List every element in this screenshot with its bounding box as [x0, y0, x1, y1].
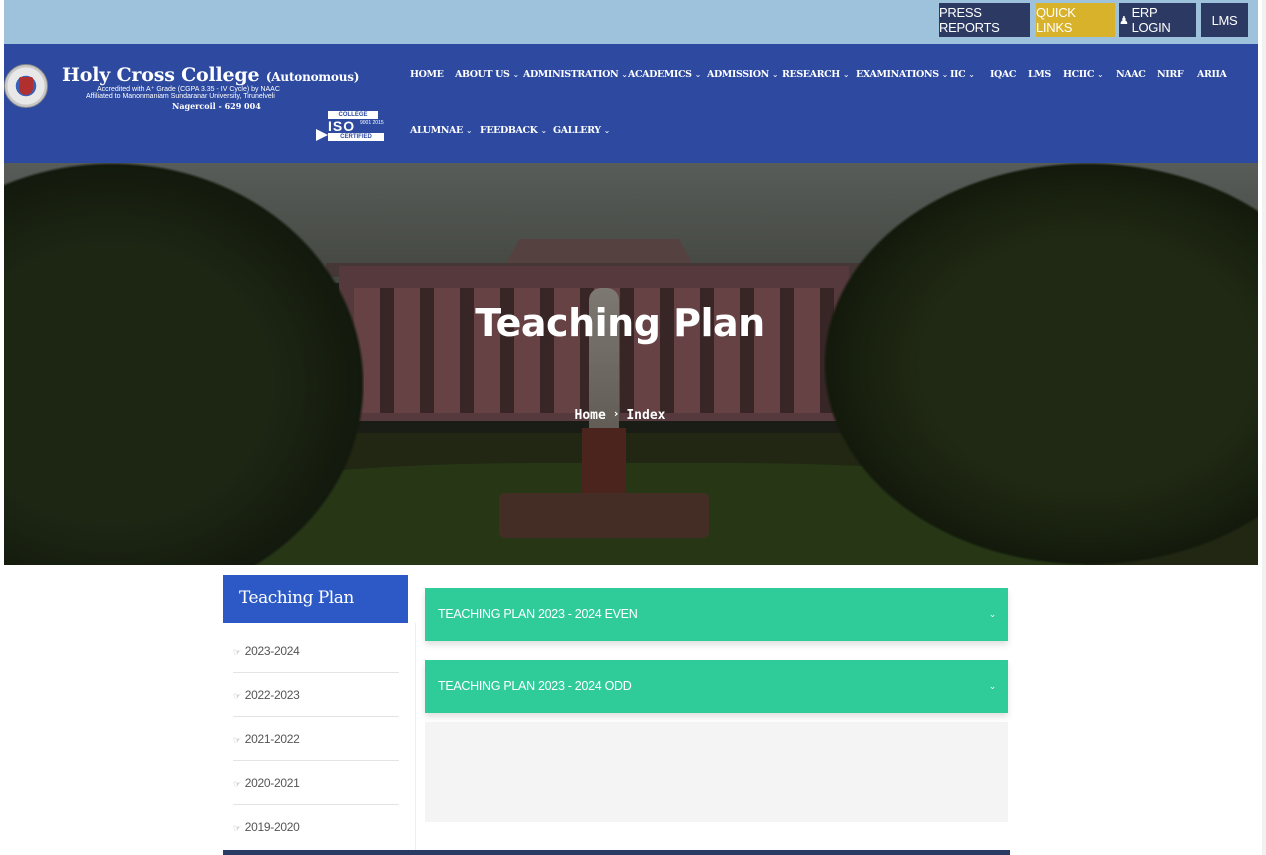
nav-label: ADMISSION	[707, 69, 769, 80]
nav-label: ACADEMICS	[628, 69, 692, 80]
page-title: Teaching Plan	[475, 301, 765, 345]
sidebar-item-label: 2023-2024	[244, 644, 300, 658]
breadcrumb-home[interactable]: Home	[575, 408, 606, 423]
sidebar-item-2019-2020[interactable]: ☞ 2019-2020	[233, 805, 399, 849]
chevron-down-icon: ⌄	[465, 126, 473, 135]
nav-gallery[interactable]: GALLERY ⌄	[553, 125, 610, 136]
sidebar-item-label: 2022-2023	[244, 688, 300, 702]
nav-administration[interactable]: ADMINISTRATION ⌄	[523, 69, 628, 80]
affiliation-text: Affiliated to Manonmaniam Sundaranar Uni…	[86, 93, 275, 100]
nav-feedback[interactable]: FEEDBACK ⌄	[480, 125, 547, 136]
pointing-hand-icon: ☞	[233, 735, 241, 745]
breadcrumb: Home › Index	[4, 407, 1236, 423]
pointing-hand-icon: ☞	[233, 823, 241, 833]
nav-label: ARIIA	[1197, 69, 1227, 80]
user-icon: ♟	[1119, 14, 1129, 27]
nav-label: NIRF	[1157, 69, 1184, 80]
nav-label: GALLERY	[553, 125, 601, 136]
iso-certified-badge: COLLEGE ISO 9001 2015 CERTIFIED	[316, 111, 386, 141]
accordion-label: TEACHING PLAN 2023 - 2024 EVEN	[438, 607, 638, 621]
nav-examinations[interactable]: EXAMINATIONS ⌄	[856, 69, 948, 80]
location-text: Nagercoil - 629 004	[172, 101, 261, 111]
nav-home[interactable]: HOME	[410, 69, 444, 80]
sidebar-item-2020-2021[interactable]: ☞ 2020-2021	[233, 761, 399, 805]
college-seal-logo[interactable]	[4, 64, 48, 108]
sidebar-title: Teaching Plan	[223, 575, 408, 623]
chevron-down-icon: ⌄	[941, 70, 949, 79]
footer-edge	[223, 850, 1010, 855]
college-name[interactable]: Holy Cross College (Autonomous)	[62, 64, 359, 86]
sidebar-item-label: 2020-2021	[244, 776, 300, 790]
nav-naac[interactable]: NAAC	[1116, 69, 1146, 80]
nav-iqac[interactable]: IQAC	[990, 69, 1016, 80]
iso-badge-mark: ISO	[328, 118, 356, 134]
nav-about-us[interactable]: ABOUT US ⌄	[455, 69, 519, 80]
nav-label: NAAC	[1116, 69, 1146, 80]
nav-label: HCIIC	[1063, 69, 1094, 80]
iso-badge-bottom: CERTIFIED	[328, 133, 384, 141]
college-name-suffix: (Autonomous)	[265, 70, 360, 84]
erp-login-label: ERP LOGIN	[1131, 5, 1171, 35]
breadcrumb-current: Index	[626, 408, 666, 423]
accordion-label: TEACHING PLAN 2023 - 2024 ODD	[438, 679, 632, 693]
nav-label: ABOUT US	[455, 69, 510, 80]
pointing-hand-icon: ☞	[233, 647, 241, 657]
chevron-down-icon: ⌄	[968, 70, 975, 79]
accordion-teaching-plan-odd[interactable]: TEACHING PLAN 2023 - 2024 ODD ⌄	[425, 660, 1008, 713]
sidebar-item-2022-2023[interactable]: ☞ 2022-2023	[233, 673, 399, 717]
nav-nirf[interactable]: NIRF	[1157, 69, 1184, 80]
nav-label: HOME	[410, 69, 444, 80]
page-scrollbar[interactable]	[1262, 0, 1266, 855]
site-header: Holy Cross College (Autonomous) Accredit…	[4, 44, 1258, 163]
accordion-content-area	[425, 722, 1008, 822]
sidebar-item-2023-2024[interactable]: ☞ 2023-2024	[233, 629, 399, 673]
erp-login-button[interactable]: ♟ ERP LOGIN	[1119, 3, 1196, 37]
chevron-down-icon: ⌄	[988, 681, 997, 691]
accreditation-text: Accredited with A⁺ Grade (CGPA 3.35 - IV…	[97, 86, 280, 93]
pointing-hand-icon: ☞	[233, 779, 241, 789]
chevron-down-icon: ⌄	[1097, 70, 1104, 79]
nav-label: LMS	[1028, 69, 1051, 80]
nav-admission[interactable]: ADMISSION ⌄	[707, 69, 779, 80]
chevron-down-icon: ⌄	[988, 609, 997, 619]
nav-label: IQAC	[990, 69, 1017, 80]
press-reports-button[interactable]: PRESS REPORTS	[939, 3, 1030, 37]
nav-alumnae[interactable]: ALUMNAE ⌄	[410, 125, 473, 136]
nav-label: ADMINISTRATION	[523, 69, 619, 80]
iso-badge-number: 9001 2015	[360, 120, 384, 126]
pointing-hand-icon: ☞	[233, 691, 241, 701]
nav-academics[interactable]: ACADEMICS ⌄	[628, 69, 701, 80]
chevron-down-icon: ⌄	[512, 70, 519, 79]
nav-label: FEEDBACK	[480, 125, 538, 136]
lms-button[interactable]: LMS	[1201, 3, 1248, 37]
nav-label: IIC	[950, 69, 966, 80]
hero-banner: Teaching Plan Home › Index	[4, 163, 1258, 565]
quick-links-button[interactable]: QUICK LINKS	[1036, 3, 1115, 37]
sidebar-item-label: 2019-2020	[244, 820, 300, 834]
nav-iic[interactable]: IIC ⌄	[950, 69, 975, 80]
chevron-down-icon: ⌄	[842, 70, 850, 79]
sidebar-item-label: 2021-2022	[244, 732, 300, 746]
nav-research[interactable]: RESEARCH ⌄	[782, 69, 850, 80]
sidebar-item-2021-2022[interactable]: ☞ 2021-2022	[233, 717, 399, 761]
accordion-teaching-plan-even[interactable]: TEACHING PLAN 2023 - 2024 EVEN ⌄	[425, 588, 1008, 641]
nav-label: RESEARCH	[782, 69, 840, 80]
chevron-down-icon: ⌄	[603, 126, 611, 135]
nav-hciic[interactable]: HCIIC ⌄	[1063, 69, 1104, 80]
chevron-right-icon: ›	[613, 407, 619, 420]
nav-lms[interactable]: LMS	[1028, 69, 1051, 80]
chevron-down-icon: ⌄	[540, 126, 547, 135]
nav-ariia[interactable]: ARIIA	[1197, 69, 1227, 80]
college-name-text: Holy Cross College	[62, 64, 260, 86]
chevron-down-icon: ⌄	[694, 70, 702, 79]
nav-label: EXAMINATIONS	[856, 69, 939, 80]
nav-label: ALUMNAE	[410, 125, 463, 136]
chevron-down-icon: ⌄	[771, 70, 779, 79]
chevron-down-icon: ⌄	[621, 70, 628, 79]
